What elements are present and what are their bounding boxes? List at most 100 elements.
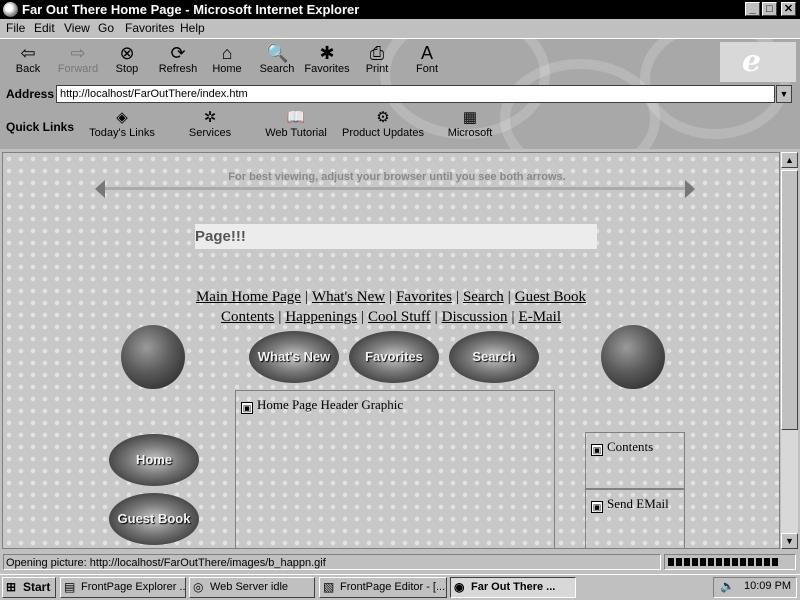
- menu-bar: File Edit View Go Favorites Help: [0, 19, 800, 38]
- minimize-button[interactable]: _: [745, 2, 760, 16]
- refresh-icon: ⟳: [170, 43, 186, 63]
- task-web-server[interactable]: ◎ Web Server idle: [189, 577, 315, 598]
- speaker-icon[interactable]: 🔈: [720, 579, 735, 593]
- menu-go[interactable]: Go: [98, 21, 114, 36]
- link-happenings[interactable]: Happenings: [285, 309, 357, 325]
- stop-button[interactable]: ⊗ Stop: [99, 41, 155, 81]
- link-guest-book[interactable]: Guest Book: [515, 289, 586, 305]
- title-bar[interactable]: Far Out There Home Page - Microsoft Inte…: [0, 0, 800, 19]
- maximize-button[interactable]: □: [762, 2, 777, 16]
- contents-image-frame[interactable]: ▣ Contents: [585, 432, 685, 489]
- quick-links-label[interactable]: Quick Links: [6, 120, 74, 134]
- vertical-scrollbar[interactable]: ▲ ▼: [781, 152, 798, 549]
- microsoft-icon: ▦: [462, 109, 478, 126]
- printer-icon: ⎙: [369, 43, 385, 63]
- font-button[interactable]: A Font: [399, 41, 455, 81]
- progress-fill: [668, 558, 780, 566]
- decorative-sphere-right: [601, 325, 665, 389]
- text-nav-row-1: Main Home Page | What's New | Favorites | Sear…: [195, 289, 587, 305]
- windows-logo-icon: ⊞: [6, 580, 17, 594]
- task-frontpage-explorer[interactable]: ▤ FrontPage Explorer ...: [60, 577, 186, 598]
- link-main-home-page[interactable]: Main Home Page: [196, 289, 301, 305]
- send-email-image-placeholder: ▣ Send EMail: [591, 496, 669, 513]
- link-search[interactable]: Search: [463, 289, 504, 305]
- best-viewing-note: For best viewing, adjust your browser un…: [228, 171, 566, 183]
- favorites-oval-button[interactable]: Favorites: [349, 331, 439, 383]
- search-button[interactable]: 🔍 Search: [249, 41, 305, 81]
- ie-window-icon[interactable]: [3, 2, 18, 17]
- frontpage-explorer-icon: ▤: [64, 580, 76, 594]
- window-title: Far Out There Home Page - Microsoft Inte…: [22, 2, 360, 17]
- header-graphic-frame: ▣ Home Page Header Graphic: [235, 390, 555, 548]
- task-internet-explorer[interactable]: ◉ Far Out There ...: [450, 577, 576, 598]
- home-button[interactable]: ⌂ Home: [199, 41, 255, 81]
- text-nav-row-2: Contents | Happenings | Cool Stuff | Discussio…: [220, 309, 562, 325]
- web-server-icon: ◎: [193, 580, 204, 594]
- link-discussion[interactable]: Discussion: [442, 309, 508, 325]
- menu-help[interactable]: Help: [180, 21, 205, 36]
- font-icon: A: [420, 43, 433, 63]
- address-label: Address: [6, 87, 55, 101]
- address-dropdown-button[interactable]: ▼: [776, 85, 792, 103]
- task-frontpage-editor[interactable]: ▧ FrontPage Editor - [...: [319, 577, 447, 598]
- search-oval-button[interactable]: Search: [449, 331, 539, 383]
- scroll-up-button[interactable]: ▲: [781, 152, 798, 168]
- scrollbar-thumb[interactable]: [781, 170, 798, 430]
- ie-logo: e: [720, 42, 796, 82]
- menu-view[interactable]: View: [64, 21, 90, 36]
- quick-link-services[interactable]: ✲ Services: [182, 109, 238, 139]
- services-icon: ✲: [203, 109, 217, 126]
- menu-edit[interactable]: Edit: [34, 21, 55, 36]
- broken-image-icon: ▣: [591, 501, 603, 513]
- print-button[interactable]: ⎙ Print: [349, 41, 405, 81]
- page-content[interactable]: For best viewing, adjust your browser un…: [2, 152, 780, 549]
- quick-link-product-updates[interactable]: ⚙ Product Updates: [340, 109, 426, 139]
- left-arrow-icon: [95, 180, 105, 198]
- book-icon: 📖: [286, 109, 306, 126]
- viewing-guide-line: [103, 187, 691, 190]
- right-arrow-icon: [685, 180, 695, 198]
- stop-icon: ⊗: [119, 43, 135, 63]
- home-oval-button[interactable]: Home: [109, 434, 199, 486]
- menu-favorites[interactable]: Favorites: [125, 21, 174, 36]
- guest-book-oval-button[interactable]: Guest Book: [109, 493, 199, 545]
- quick-link-web-tutorial[interactable]: 📖 Web Tutorial: [262, 109, 330, 139]
- progress-bar: [664, 554, 796, 570]
- product-updates-icon: ⚙: [376, 109, 390, 126]
- contents-image-placeholder: ▣ Contents: [591, 439, 654, 456]
- link-favorites[interactable]: Favorites: [396, 289, 452, 305]
- address-input[interactable]: http://localhost/FarOutThere/index.htm: [56, 85, 775, 103]
- broken-image-icon: ▣: [241, 402, 253, 414]
- clock[interactable]: 10:09 PM: [744, 580, 791, 592]
- todays-links-icon: ◈: [116, 109, 128, 126]
- forward-button[interactable]: ⇨ Forward: [50, 41, 106, 81]
- header-graphic-placeholder: ▣ Home Page Header Graphic: [241, 397, 404, 414]
- quick-link-microsoft[interactable]: ▦ Microsoft: [444, 109, 496, 139]
- link-contents[interactable]: Contents: [221, 309, 274, 325]
- decorative-sphere-left: [121, 325, 185, 389]
- ie-logo-icon: e: [742, 44, 762, 79]
- page-title-banner: Page!!!: [195, 224, 597, 249]
- status-text: Opening picture: http://localhost/FarOut…: [3, 554, 661, 570]
- forward-arrow-icon: ⇨: [70, 43, 86, 63]
- ie-task-icon: ◉: [454, 580, 465, 594]
- favorites-button[interactable]: ✱ Favorites: [299, 41, 355, 81]
- refresh-button[interactable]: ⟳ Refresh: [150, 41, 206, 81]
- close-button[interactable]: ✕: [781, 2, 796, 16]
- back-arrow-icon: ⇦: [20, 43, 36, 63]
- menu-file[interactable]: File: [6, 21, 25, 36]
- send-email-image-frame[interactable]: ▣ Send EMail: [585, 489, 685, 548]
- broken-image-icon: ▣: [591, 444, 603, 456]
- link-email[interactable]: E-Mail: [519, 309, 562, 325]
- home-icon: ⌂: [221, 43, 233, 63]
- frontpage-editor-icon: ▧: [323, 580, 335, 594]
- link-whats-new[interactable]: What's New: [312, 289, 385, 305]
- back-button[interactable]: ⇦ Back: [0, 41, 56, 81]
- favorites-icon: ✱: [319, 43, 335, 63]
- link-cool-stuff[interactable]: Cool Stuff: [368, 309, 431, 325]
- search-icon: 🔍: [266, 43, 289, 63]
- quick-link-todays-links[interactable]: ◈ Today's Links: [88, 109, 156, 139]
- whats-new-button[interactable]: What's New: [249, 331, 339, 383]
- scroll-down-button[interactable]: ▼: [781, 533, 798, 549]
- start-button[interactable]: ⊞ Start: [2, 577, 56, 598]
